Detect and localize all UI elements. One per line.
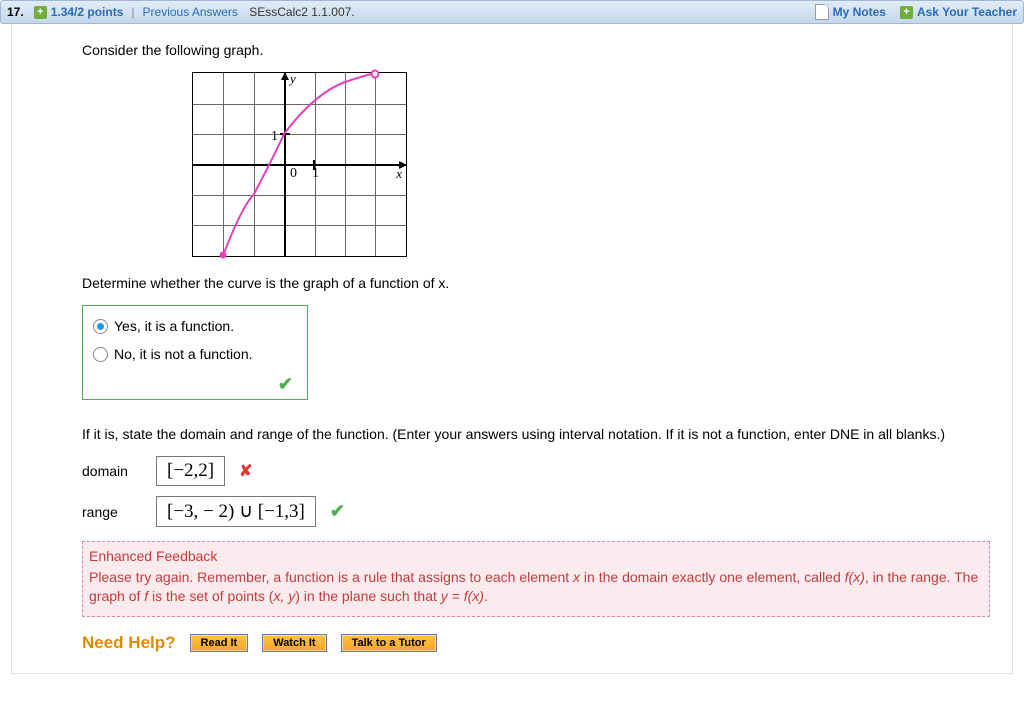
curve-path	[193, 73, 406, 256]
talk-tutor-button[interactable]: Talk to a Tutor	[341, 634, 437, 652]
radio-icon[interactable]	[93, 347, 108, 362]
radio-label: No, it is not a function.	[114, 346, 253, 362]
check-icon: ✔	[278, 374, 293, 394]
check-icon: ✔	[330, 501, 345, 522]
q1-prompt: Determine whether the curve is the graph…	[82, 275, 1002, 291]
plus-icon[interactable]: +	[34, 6, 47, 19]
intro-text: Consider the following graph.	[82, 42, 1002, 58]
q2-prompt: If it is, state the domain and range of …	[82, 426, 1002, 442]
plus-icon[interactable]: +	[900, 6, 913, 19]
curve-end-point	[371, 70, 380, 79]
feedback-title: Enhanced Feedback	[89, 548, 979, 564]
ask-teacher-link[interactable]: Ask Your Teacher	[917, 5, 1017, 19]
question-number: 17.	[7, 5, 24, 19]
read-it-button[interactable]: Read It	[190, 634, 249, 652]
points-display: 1.34/2 points	[51, 5, 124, 19]
watch-it-button[interactable]: Watch It	[262, 634, 326, 652]
radio-option-yes[interactable]: Yes, it is a function.	[93, 318, 293, 334]
domain-input[interactable]: [−2,2]	[156, 456, 225, 486]
my-notes-link[interactable]: My Notes	[833, 5, 886, 19]
page-icon	[815, 4, 829, 20]
radio-label: Yes, it is a function.	[114, 318, 234, 334]
radio-group: Yes, it is a function. No, it is not a f…	[82, 305, 308, 400]
range-label: range	[82, 504, 142, 520]
function-graph: y x 0 1 1	[192, 72, 407, 257]
range-input[interactable]: [−3, − 2) ∪ [−1,3]	[156, 496, 316, 527]
need-help-label: Need Help?	[82, 633, 176, 653]
range-row: range [−3, − 2) ∪ [−1,3] ✔	[82, 496, 1002, 527]
question-body: Consider the following graph. y x 0	[11, 24, 1013, 674]
x-icon: ✘	[239, 461, 252, 481]
radio-option-no[interactable]: No, it is not a function.	[93, 346, 293, 362]
domain-label: domain	[82, 463, 142, 479]
radio-icon[interactable]	[93, 319, 108, 334]
question-source: SEssCalc2 1.1.007.	[249, 5, 354, 19]
curve-start-point	[220, 252, 227, 259]
enhanced-feedback: Enhanced Feedback Please try again. Reme…	[82, 541, 990, 617]
domain-row: domain [−2,2] ✘	[82, 456, 1002, 486]
question-header: 17. + 1.34/2 points | Previous Answers S…	[0, 0, 1024, 24]
feedback-body: Please try again. Remember, a function i…	[89, 568, 979, 606]
need-help-row: Need Help? Read It Watch It Talk to a Tu…	[82, 633, 1002, 653]
previous-answers-link[interactable]: Previous Answers	[143, 5, 238, 19]
